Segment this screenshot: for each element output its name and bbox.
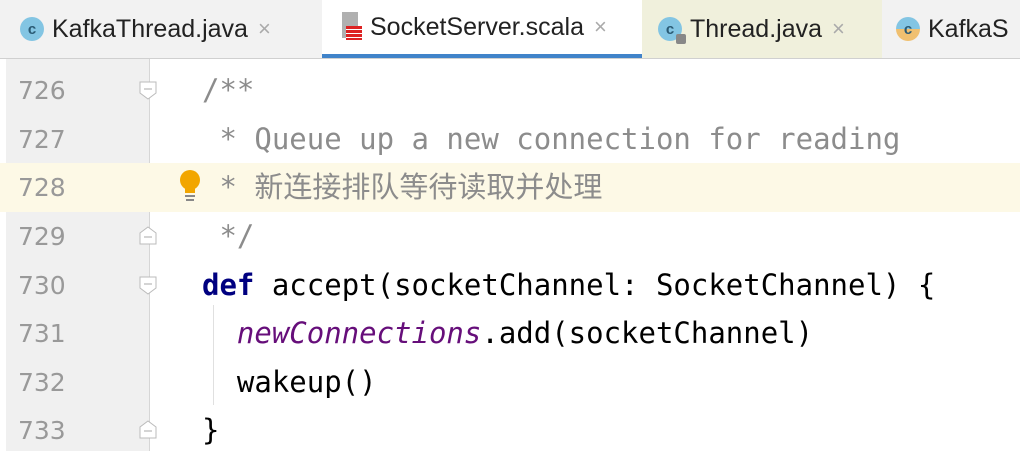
comment-prefix: *	[202, 170, 255, 204]
code-text: * 新连接排队等待读取并处理	[202, 163, 602, 212]
code-line: 727 * Queue up a new connection for read…	[0, 115, 1020, 164]
code-text: newConnections.add(socketChannel)	[202, 309, 813, 358]
code-line: 733 }	[0, 406, 1020, 455]
code-text: wakeup()	[202, 365, 377, 399]
code-line-current: 728 * 新连接排队等待读取并处理	[0, 163, 1020, 212]
code-rest: .add(socketChannel)	[481, 316, 814, 350]
line-number: 730	[18, 271, 66, 300]
class-locked-icon: c	[658, 17, 686, 44]
class-icon: c	[896, 17, 920, 41]
close-icon[interactable]: ×	[594, 14, 607, 40]
line-number: 733	[18, 416, 66, 445]
code-text: def accept(socketChannel: SocketChannel)…	[202, 261, 935, 310]
fold-icon[interactable]	[138, 80, 158, 100]
editor-tab-bar: c KafkaThread.java × SocketServer.scala …	[0, 0, 1020, 59]
code-line: 726 /**	[0, 66, 1020, 115]
tab-label: KafkaS	[928, 14, 1009, 43]
tab-label: SocketServer.scala	[370, 12, 584, 41]
field-name: newConnections	[236, 316, 482, 350]
scala-file-icon	[338, 12, 362, 42]
line-number: 729	[18, 222, 66, 251]
line-number: 731	[18, 319, 66, 348]
tab-label: KafkaThread.java	[52, 14, 248, 43]
tab-thread-java[interactable]: c Thread.java ×	[642, 0, 882, 58]
code-line: 729 */	[0, 212, 1020, 261]
code-text: * Queue up a new connection for reading	[202, 122, 901, 156]
tab-kafkas[interactable]: c KafkaS	[896, 0, 1020, 58]
tab-kafkathread-java[interactable]: c KafkaThread.java ×	[20, 0, 320, 58]
code-text: */	[202, 219, 255, 253]
tab-socketserver-scala[interactable]: SocketServer.scala ×	[322, 0, 642, 58]
comment-text: 新连接排队等待读取并处理	[254, 170, 603, 204]
line-number: 728	[18, 173, 66, 202]
code-text: /**	[202, 73, 255, 107]
code-line: 730 def accept(socketChannel: SocketChan…	[0, 261, 1020, 310]
close-icon[interactable]: ×	[832, 16, 845, 42]
code-line: 731 newConnections.add(socketChannel)	[0, 309, 1020, 358]
fold-end-icon[interactable]	[138, 226, 158, 246]
code-line: 732 wakeup()	[0, 358, 1020, 407]
code-rest: accept(socketChannel: SocketChannel) {	[254, 268, 936, 302]
close-icon[interactable]: ×	[258, 16, 271, 42]
line-number: 732	[18, 368, 66, 397]
indent-guide	[213, 305, 214, 405]
class-icon: c	[20, 17, 44, 41]
tab-label: Thread.java	[690, 14, 823, 43]
lightbulb-icon[interactable]	[178, 169, 202, 203]
keyword: def	[202, 268, 255, 302]
line-number: 726	[18, 76, 66, 105]
line-number: 727	[18, 125, 66, 154]
fold-icon[interactable]	[138, 275, 158, 295]
fold-end-icon[interactable]	[138, 420, 158, 440]
code-text: }	[202, 413, 220, 447]
